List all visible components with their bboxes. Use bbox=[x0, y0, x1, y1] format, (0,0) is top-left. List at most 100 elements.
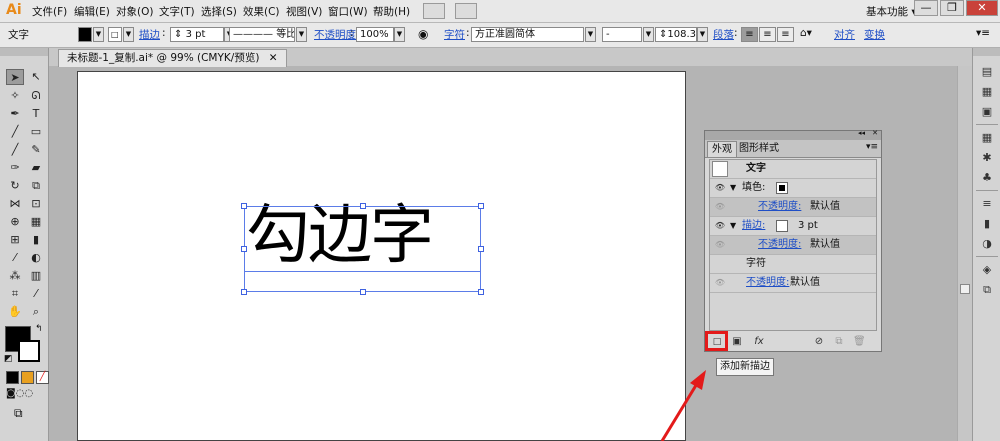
menu-effect[interactable]: 效果(C) bbox=[243, 4, 280, 19]
gradient-tool-icon[interactable]: ▮ bbox=[27, 232, 45, 248]
direct-selection-tool-icon[interactable]: ↖ bbox=[27, 69, 45, 85]
hand-tool-icon[interactable]: ✋ bbox=[6, 304, 24, 320]
menu-file[interactable]: 文件(F) bbox=[32, 4, 67, 19]
menu-select[interactable]: 选择(S) bbox=[201, 4, 237, 19]
eyedropper-tool-icon[interactable]: ⁄ bbox=[6, 250, 24, 266]
visibility-eye-icon[interactable]: 👁 bbox=[714, 183, 726, 193]
color-mode-icon[interactable] bbox=[6, 371, 19, 384]
tab-appearance[interactable]: 外观 bbox=[707, 141, 737, 157]
opacity-link[interactable]: 不透明度: bbox=[746, 274, 789, 292]
font-style-field[interactable]: - bbox=[602, 27, 642, 42]
selection-tool-icon[interactable]: ➤ bbox=[6, 69, 24, 85]
brushes-icon[interactable]: ✱ bbox=[979, 150, 995, 166]
close-button[interactable]: ✕ bbox=[966, 0, 998, 16]
recolor-icon[interactable]: ◉ bbox=[418, 27, 428, 41]
duplicate-item-icon[interactable]: ⧉ bbox=[833, 336, 845, 348]
pen-tool-icon[interactable]: ✒ bbox=[6, 106, 24, 122]
stroke-opacity-row[interactable]: 👁 不透明度: 默认值 bbox=[710, 236, 876, 255]
delete-item-icon[interactable]: 🗑 bbox=[853, 336, 866, 348]
layers-icon[interactable]: ◈ bbox=[979, 262, 995, 278]
none-mode-icon[interactable]: ╱ bbox=[36, 371, 49, 384]
fill-dropdown[interactable]: ▼ bbox=[93, 27, 104, 42]
menu-window[interactable]: 窗口(W) bbox=[328, 4, 368, 19]
lasso-tool-icon[interactable]: ᘏ bbox=[27, 88, 45, 104]
minimize-button[interactable]: — bbox=[914, 0, 938, 16]
visibility-eye-icon[interactable]: 👁 bbox=[714, 278, 726, 288]
font-family-dropdown[interactable]: ▼ bbox=[585, 27, 596, 42]
resize-handle[interactable] bbox=[478, 203, 484, 209]
font-style-dropdown[interactable]: ▼ bbox=[643, 27, 654, 42]
visibility-eye-icon[interactable]: 👁 bbox=[714, 240, 726, 250]
scroll-thumb[interactable] bbox=[960, 284, 970, 294]
menu-object[interactable]: 对象(O) bbox=[116, 4, 153, 19]
stroke-profile-dropdown[interactable]: ▼ bbox=[296, 27, 307, 42]
fill-opacity-row[interactable]: 👁 不透明度: 默认值 bbox=[710, 198, 876, 217]
transform-link[interactable]: 变换 bbox=[864, 27, 885, 42]
workspace-switcher[interactable]: 基本功能 ▾ bbox=[866, 4, 917, 19]
align-center-icon[interactable]: ≡ bbox=[759, 27, 776, 42]
restore-button[interactable]: ❐ bbox=[940, 0, 964, 16]
drawing-modes-icon[interactable]: ◙◌◌ bbox=[6, 388, 33, 399]
eraser-tool-icon[interactable]: ▰ bbox=[27, 160, 45, 176]
perspective-grid-tool-icon[interactable]: ▦ bbox=[27, 214, 45, 230]
stroke-weight-field[interactable]: ⇕ 3 pt bbox=[170, 27, 224, 42]
symbols-icon[interactable]: ♣ bbox=[979, 170, 995, 186]
font-family-field[interactable]: 方正准圆简体 bbox=[471, 27, 584, 42]
slice-tool-icon[interactable]: ⁄ bbox=[27, 286, 45, 302]
object-row[interactable]: 文字 bbox=[710, 160, 876, 179]
expand-triangle-icon[interactable]: ▼ bbox=[730, 179, 736, 197]
stroke-panel-icon[interactable]: ≡ bbox=[979, 196, 995, 212]
align-link[interactable]: 对齐 bbox=[834, 27, 855, 42]
add-new-fill-icon[interactable]: ▣ bbox=[731, 336, 743, 348]
resize-handle[interactable] bbox=[360, 289, 366, 295]
resize-handle[interactable] bbox=[478, 246, 484, 252]
bridge-icon[interactable] bbox=[423, 3, 445, 19]
color-panel-icon[interactable]: ▤ bbox=[979, 64, 995, 80]
recolor-panel-icon[interactable]: ▣ bbox=[979, 104, 995, 120]
pencil-tool-icon[interactable]: ✎ bbox=[27, 142, 45, 158]
swap-icon[interactable]: ↰ bbox=[35, 324, 43, 334]
color-guide-icon[interactable]: ▦ bbox=[979, 84, 995, 100]
selection-bounding-box[interactable] bbox=[244, 206, 481, 292]
stroke-link[interactable]: 描边: bbox=[742, 217, 765, 235]
screen-mode-icon[interactable]: ⧉ bbox=[14, 406, 23, 421]
paragraph-link[interactable]: 段落 bbox=[713, 27, 734, 42]
opacity-link[interactable]: 不透明度: bbox=[758, 198, 801, 216]
vertical-scrollbar[interactable] bbox=[957, 66, 972, 441]
default-colors-icon[interactable]: ◩ bbox=[4, 354, 13, 364]
artboards-panel-icon[interactable]: ⧉ bbox=[979, 282, 995, 298]
align-left-icon[interactable]: ≡ bbox=[741, 27, 758, 42]
blend-tool-icon[interactable]: ◐ bbox=[27, 250, 45, 266]
fill-swatch[interactable] bbox=[78, 27, 92, 42]
rotate-tool-icon[interactable]: ↻ bbox=[6, 178, 24, 194]
panel-menu-icon[interactable]: ▾≡ bbox=[976, 27, 990, 39]
panel-title-bar[interactable]: ◂◂ ✕ bbox=[705, 129, 881, 140]
gradient-panel-icon[interactable]: ▮ bbox=[979, 216, 995, 232]
stroke-link[interactable]: 描边 bbox=[139, 27, 160, 42]
free-transform-tool-icon[interactable]: ⊡ bbox=[27, 196, 45, 212]
menu-view[interactable]: 视图(V) bbox=[286, 4, 322, 19]
close-icon[interactable]: ✕ bbox=[872, 129, 878, 137]
panel-grip[interactable] bbox=[0, 48, 48, 56]
resize-handle[interactable] bbox=[241, 289, 247, 295]
scale-tool-icon[interactable]: ⧉ bbox=[27, 178, 45, 194]
collapse-icon[interactable]: ◂◂ bbox=[858, 129, 865, 137]
stroke-row[interactable]: 👁 ▼ 描边: 3 pt bbox=[710, 217, 876, 236]
shape-builder-tool-icon[interactable]: ⊕ bbox=[6, 214, 24, 230]
font-size-dropdown[interactable]: ▼ bbox=[697, 27, 708, 42]
character-link[interactable]: 字符 bbox=[444, 27, 465, 42]
document-tab[interactable]: 未标题-1_复制.ai* @ 99% (CMYK/预览) ✕ bbox=[58, 49, 287, 67]
panel-menu-icon[interactable]: ▾≡ bbox=[866, 142, 878, 152]
paintbrush-tool-icon[interactable]: ╱ bbox=[6, 142, 24, 158]
characters-row[interactable]: 字符 bbox=[710, 255, 876, 274]
arrange-documents-icon[interactable] bbox=[455, 3, 477, 19]
line-tool-icon[interactable]: ╱ bbox=[6, 124, 24, 140]
column-graph-tool-icon[interactable]: ▥ bbox=[27, 268, 45, 284]
artboard-tool-icon[interactable]: ⌗ bbox=[6, 286, 24, 302]
clear-appearance-icon[interactable]: ⊘ bbox=[813, 336, 825, 348]
panel-grip[interactable] bbox=[973, 48, 1000, 56]
menu-type[interactable]: 文字(T) bbox=[159, 4, 195, 19]
resize-handle[interactable] bbox=[360, 203, 366, 209]
stroke-profile-field[interactable]: ———— 等比 bbox=[229, 27, 295, 42]
add-new-effect-icon[interactable]: fx bbox=[751, 336, 767, 348]
